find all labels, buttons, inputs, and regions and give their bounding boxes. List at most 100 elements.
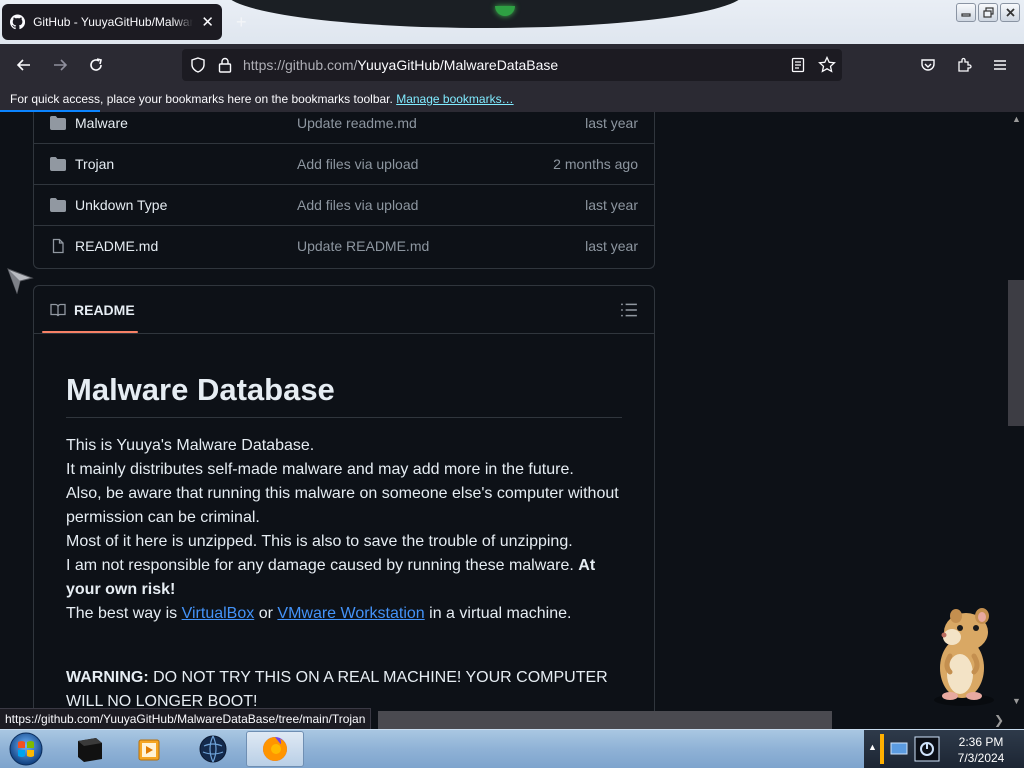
warning-paragraph: WARNING: DO NOT TRY THIS ON A REAL MACHI… bbox=[66, 666, 626, 714]
taskbar-app-media-player[interactable] bbox=[120, 731, 178, 767]
lock-icon[interactable] bbox=[218, 57, 232, 73]
firefox-icon bbox=[263, 737, 287, 761]
readme-line: Also, be aware that running this malware… bbox=[66, 485, 619, 526]
file-name[interactable]: Unkdown Type bbox=[75, 197, 167, 213]
bookmark-star-icon[interactable] bbox=[818, 56, 836, 74]
mouse-pointer-icon bbox=[7, 268, 34, 294]
extensions-button[interactable] bbox=[951, 52, 977, 78]
folder-icon bbox=[50, 116, 66, 130]
hamster-desktop-pet-icon[interactable] bbox=[920, 604, 1010, 708]
taskbar-app-globe[interactable] bbox=[184, 731, 242, 767]
book-icon bbox=[50, 303, 66, 317]
browser-tab-github[interactable]: GitHub - YuuyaGitHub/MalwareDataBase ✕ bbox=[2, 4, 222, 40]
minimize-button[interactable] bbox=[956, 3, 976, 22]
file-name[interactable]: Trojan bbox=[75, 156, 114, 172]
pocket-button[interactable] bbox=[915, 52, 941, 78]
monitor-tray-icon[interactable] bbox=[890, 742, 908, 756]
url-text[interactable]: https://github.com/YuuyaGitHub/MalwareDa… bbox=[243, 57, 558, 73]
github-repo-page: Malware Update readme.md last year Troja… bbox=[0, 112, 1008, 729]
manage-bookmarks-link[interactable]: Manage bookmarks… bbox=[396, 92, 513, 106]
close-window-button[interactable] bbox=[1000, 3, 1020, 22]
clock-date: 7/3/2024 bbox=[957, 751, 1005, 765]
reload-button[interactable] bbox=[83, 52, 109, 78]
taskbar-clock[interactable]: 2:36 PM 7/3/2024 bbox=[946, 734, 1016, 766]
status-url-tooltip: https://github.com/YuuyaGitHub/MalwareDa… bbox=[0, 708, 372, 729]
black-box-app-icon bbox=[78, 738, 102, 762]
hamburger-menu-icon bbox=[994, 60, 1006, 70]
theme-indicator-light bbox=[495, 6, 515, 16]
taskbar: ▲ 2:36 PM 7/3/2024 bbox=[0, 729, 1024, 768]
readme-line: or bbox=[258, 605, 273, 622]
readme-panel: README Malware Database This is Yuuya's … bbox=[33, 285, 655, 729]
active-tab-underline bbox=[42, 331, 138, 333]
arrow-left-icon bbox=[16, 59, 30, 71]
windows-start-button[interactable] bbox=[6, 731, 46, 767]
vertical-scrollbar[interactable]: ▲ ▼ bbox=[1008, 112, 1024, 729]
taskbar-app-firefox[interactable] bbox=[246, 731, 304, 767]
scroll-right-arrow-icon[interactable]: ❯ bbox=[994, 713, 1004, 727]
file-name[interactable]: Malware bbox=[75, 115, 128, 131]
commit-age: last year bbox=[585, 197, 638, 213]
bookmarks-toolbar: For quick access, place your bookmarks h… bbox=[0, 86, 1024, 112]
close-icon bbox=[1005, 8, 1015, 17]
media-player-icon bbox=[138, 739, 160, 761]
clock-time: 2:36 PM bbox=[958, 735, 1004, 749]
minimize-icon bbox=[961, 12, 971, 17]
file-icon bbox=[52, 238, 64, 254]
shield-icon[interactable] bbox=[190, 57, 206, 73]
readme-line: Most of it here is unzipped. This is als… bbox=[66, 533, 573, 550]
commit-message[interactable]: Update readme.md bbox=[297, 115, 417, 131]
show-hidden-icons-arrow-icon[interactable]: ▲ bbox=[868, 742, 877, 752]
title-bar: GitHub - YuuyaGitHub/MalwareDataBase ✕ + bbox=[0, 0, 1024, 44]
close-tab-icon[interactable]: ✕ bbox=[201, 13, 214, 31]
horizontal-scrollbar-thumb[interactable] bbox=[378, 711, 832, 729]
address-bar[interactable]: https://github.com/YuuyaGitHub/MalwareDa… bbox=[182, 49, 842, 81]
restore-button[interactable] bbox=[978, 3, 998, 22]
menu-button[interactable] bbox=[987, 52, 1013, 78]
globe-icon bbox=[199, 735, 227, 763]
file-list: Malware Update readme.md last year Troja… bbox=[33, 112, 655, 269]
reader-view-icon[interactable] bbox=[790, 57, 806, 73]
readme-header: README bbox=[34, 286, 654, 334]
readme-line: It mainly distributes self-made malware … bbox=[66, 461, 574, 478]
tray-notification-bar bbox=[880, 734, 884, 764]
scrollbar-thumb[interactable] bbox=[1008, 280, 1024, 426]
virtualbox-link[interactable]: VirtualBox bbox=[182, 605, 255, 622]
scroll-up-arrow-icon[interactable]: ▲ bbox=[1012, 114, 1021, 124]
github-icon bbox=[10, 14, 26, 30]
forward-button[interactable] bbox=[47, 52, 73, 78]
commit-age: last year bbox=[585, 238, 638, 254]
readme-tab[interactable]: README bbox=[42, 286, 143, 334]
system-tray: ▲ 2:36 PM 7/3/2024 bbox=[864, 730, 1024, 768]
new-tab-button[interactable]: + bbox=[236, 12, 247, 33]
readme-intro-paragraph: This is Yuuya's Malware Database. It mai… bbox=[66, 434, 626, 626]
commit-age: last year bbox=[585, 115, 638, 131]
file-row[interactable]: README.md Update README.md last year bbox=[34, 225, 654, 266]
window-controls bbox=[956, 3, 1020, 22]
file-row[interactable]: Malware Update readme.md last year bbox=[34, 112, 654, 143]
readme-line: The best way is bbox=[66, 605, 178, 622]
folder-icon bbox=[50, 198, 66, 212]
outline-list-icon[interactable] bbox=[620, 301, 638, 319]
file-row[interactable]: Unkdown Type Add files via upload last y… bbox=[34, 184, 654, 225]
commit-message[interactable]: Add files via upload bbox=[297, 156, 418, 172]
commit-message[interactable]: Add files via upload bbox=[297, 197, 418, 213]
commit-message[interactable]: Update README.md bbox=[297, 238, 429, 254]
network-tray-icon[interactable] bbox=[914, 736, 940, 762]
file-name[interactable]: README.md bbox=[75, 238, 158, 254]
pocket-icon bbox=[921, 59, 935, 71]
decorative-theme-arc bbox=[225, 0, 745, 28]
readme-tab-label: README bbox=[74, 302, 135, 318]
readme-content: Malware Database This is Yuuya's Malware… bbox=[66, 358, 626, 714]
scroll-down-arrow-icon[interactable]: ▼ bbox=[1012, 696, 1021, 706]
file-row[interactable]: Trojan Add files via upload 2 months ago bbox=[34, 143, 654, 184]
taskbar-app-terminal[interactable] bbox=[60, 731, 118, 767]
back-button[interactable] bbox=[11, 52, 37, 78]
restore-icon bbox=[982, 7, 994, 18]
arrow-right-icon bbox=[54, 59, 68, 71]
readme-title: Malware Database bbox=[66, 358, 622, 418]
vmware-workstation-link[interactable]: VMware Workstation bbox=[277, 605, 424, 622]
readme-line: This is Yuuya's Malware Database. bbox=[66, 437, 315, 454]
readme-line: in a virtual machine. bbox=[429, 605, 572, 622]
bookmarks-hint-text: For quick access, place your bookmarks h… bbox=[10, 92, 393, 106]
